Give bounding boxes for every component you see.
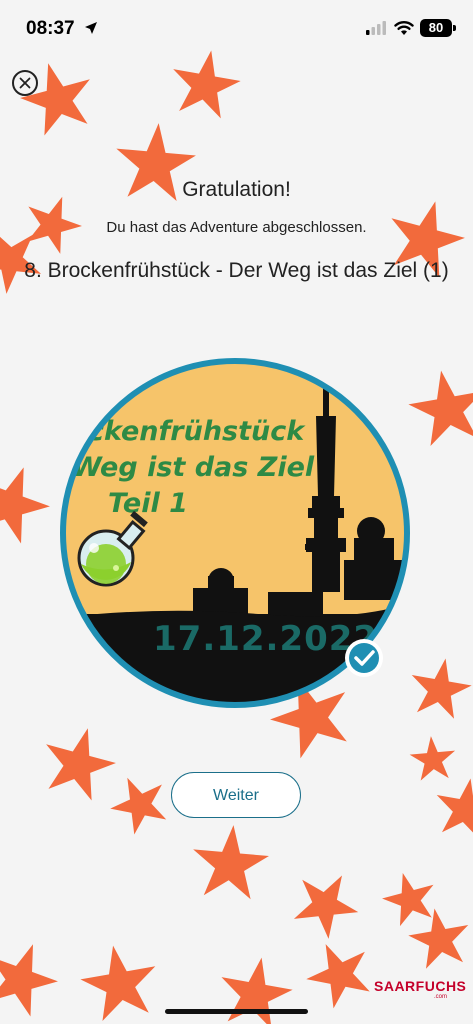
close-button[interactable] xyxy=(12,70,38,96)
continue-button[interactable]: Weiter xyxy=(171,772,301,818)
badge-line-1: ckenfrühstück xyxy=(88,416,306,447)
badge-line-3: Teil 1 xyxy=(108,488,188,519)
location-arrow-icon xyxy=(85,22,97,34)
status-time: 08:37 xyxy=(26,18,75,39)
home-indicator[interactable] xyxy=(165,1009,308,1014)
badge-line-2: Weg ist das Ziel xyxy=(72,452,315,483)
status-bar: 08:37 80 xyxy=(0,0,473,60)
badge-date: 17.12.2022 xyxy=(153,619,378,659)
close-icon xyxy=(19,77,31,89)
checkmark-icon xyxy=(345,639,383,677)
signal-icon xyxy=(366,21,386,35)
battery-icon: 80 xyxy=(420,19,452,37)
dialog-subtitle: Du hast das Adventure abgeschlossen. xyxy=(106,219,367,236)
adventure-name: 8. Brockenfrühstück - Der Weg ist das Zi… xyxy=(24,259,449,282)
battery-tip xyxy=(453,25,456,31)
dialog-title: Gratulation! xyxy=(182,178,291,201)
watermark-text: SAARFUCHS xyxy=(374,978,467,994)
adventure-badge: 17.12.2022 ckenfrühstück Weg ist das Zie… xyxy=(60,358,410,708)
watermark-suffix: .com xyxy=(434,994,448,1000)
watermark-logo: SAARFUCHS .com xyxy=(372,972,466,1000)
wifi-icon xyxy=(394,21,414,35)
